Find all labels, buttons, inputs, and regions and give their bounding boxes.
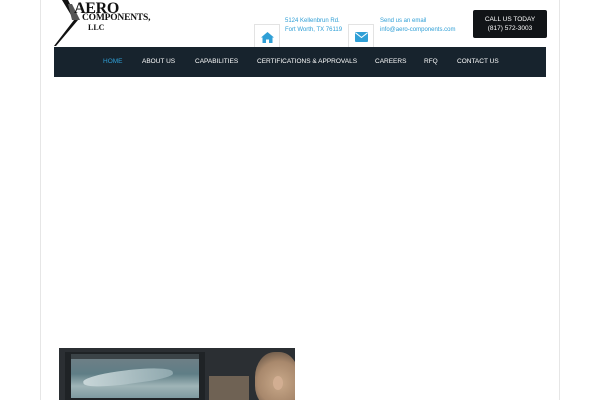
nav-item-rfq[interactable]: RFQ xyxy=(424,47,438,77)
photo-background-panel xyxy=(209,376,249,400)
nav-item-about-us[interactable]: ABOUT US xyxy=(142,47,175,77)
address-line-2: Fort Worth, TX 76119 xyxy=(285,26,343,33)
nav-item-home[interactable]: HOME xyxy=(103,47,123,77)
email-link[interactable]: info@aero-components.com xyxy=(380,26,455,35)
logo-text-llc: LLC xyxy=(88,23,105,32)
envelope-icon xyxy=(355,32,368,42)
call-us-button[interactable]: CALL US TODAY (817) 572-3003 xyxy=(473,10,547,38)
photo-person-ear xyxy=(273,376,283,390)
nav-item-contact-us[interactable]: CONTACT US xyxy=(457,47,499,77)
address-line-1: 5124 Kellenbrun Rd. xyxy=(285,18,340,24)
address-icon-box xyxy=(254,24,280,48)
nav-item-certifications[interactable]: CERTIFICATIONS & APPROVALS xyxy=(257,47,357,77)
email-label: Send us an email xyxy=(380,18,427,24)
email-block[interactable]: Send us an email info@aero-components.co… xyxy=(380,17,455,34)
main-navigation: HOME ABOUT US CAPABILITIES CERTIFICATION… xyxy=(54,47,546,77)
nav-item-careers[interactable]: CAREERS xyxy=(375,47,406,77)
company-logo[interactable]: AERO COMPONENTS, LLC xyxy=(54,0,150,46)
address-block: 5124 Kellenbrun Rd. Fort Worth, TX 76119 xyxy=(285,17,342,34)
call-us-label: CALL US TODAY xyxy=(484,16,536,23)
photo-screen-toolbar xyxy=(71,354,199,359)
engineer-at-monitor-photo xyxy=(59,348,295,400)
email-icon-box xyxy=(348,24,374,48)
logo-text-components: COMPONENTS, xyxy=(82,13,151,23)
call-us-phone: (817) 572-3003 xyxy=(487,25,533,32)
home-icon xyxy=(261,32,274,43)
nav-item-capabilities[interactable]: CAPABILITIES xyxy=(195,47,238,77)
